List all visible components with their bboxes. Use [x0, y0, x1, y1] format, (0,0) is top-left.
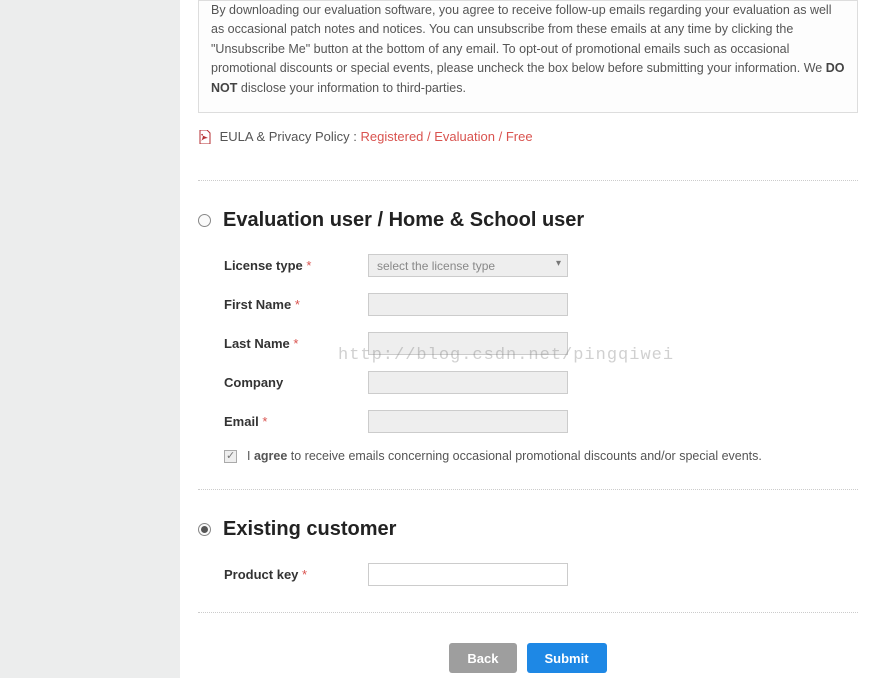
select-license-type[interactable]: select the license type	[368, 254, 568, 277]
back-button[interactable]: Back	[449, 643, 516, 673]
required-mark: *	[295, 297, 300, 312]
divider	[198, 489, 858, 490]
select-placeholder: select the license type	[377, 259, 495, 273]
label-company-text: Company	[224, 375, 283, 390]
label-email-text: Email	[224, 414, 259, 429]
consent-prefix: I	[247, 449, 254, 463]
section-eval-title: Evaluation user / Home & School user	[223, 209, 584, 232]
divider	[198, 180, 858, 181]
submit-button[interactable]: Submit	[527, 643, 607, 673]
consent-row: I agree to receive emails concerning occ…	[198, 449, 858, 463]
main-content: By downloading our evaluation software, …	[198, 0, 858, 673]
agreement-text-before: By downloading our evaluation software, …	[211, 3, 832, 75]
label-last-name-text: Last Name	[224, 336, 290, 351]
doc-links-row: EULA & Privacy Policy : Registered / Eva…	[198, 127, 858, 155]
label-last-name: Last Name *	[224, 336, 368, 351]
label-license-type-text: License type	[224, 258, 303, 273]
input-last-name[interactable]	[368, 332, 568, 355]
agreement-box: By downloading our evaluation software, …	[198, 0, 858, 113]
section-eval-head: Evaluation user / Home & School user	[198, 209, 858, 232]
row-first-name: First Name *	[198, 293, 858, 316]
consent-suffix: to receive emails concerning occasional …	[287, 449, 762, 463]
required-mark: *	[262, 414, 267, 429]
required-mark: *	[306, 258, 311, 273]
row-last-name: Last Name *	[198, 332, 858, 355]
input-email[interactable]	[368, 410, 568, 433]
required-mark: *	[302, 567, 307, 582]
label-product-key-text: Product key	[224, 567, 298, 582]
link-evaluation[interactable]: Evaluation	[434, 129, 495, 144]
row-email: Email *	[198, 410, 858, 433]
checkbox-consent[interactable]	[224, 450, 237, 463]
row-company: Company	[198, 371, 858, 394]
agreement-text: By downloading our evaluation software, …	[211, 1, 845, 98]
required-mark: *	[293, 336, 298, 351]
row-license-type: License type * select the license type	[198, 254, 858, 277]
pdf-icon	[198, 130, 212, 144]
section-existing-title: Existing customer	[223, 518, 396, 541]
label-first-name-text: First Name	[224, 297, 291, 312]
separator: /	[499, 129, 506, 144]
agreement-text-after: disclose your information to third-parti…	[237, 81, 466, 95]
button-row: Back Submit	[198, 643, 858, 673]
radio-evaluation-user[interactable]	[198, 214, 211, 227]
consent-text: I agree to receive emails concerning occ…	[247, 449, 762, 463]
label-product-key: Product key *	[224, 567, 368, 582]
label-company: Company	[224, 375, 368, 390]
input-company[interactable]	[368, 371, 568, 394]
row-product-key: Product key *	[198, 563, 858, 586]
label-license-type: License type *	[224, 258, 368, 273]
doc-links-prefix: EULA & Privacy Policy :	[220, 129, 357, 144]
radio-existing-customer[interactable]	[198, 523, 211, 536]
section-existing-head: Existing customer	[198, 518, 858, 541]
input-product-key[interactable]	[368, 563, 568, 586]
divider	[198, 612, 858, 613]
left-gutter	[0, 0, 180, 678]
link-registered[interactable]: Registered	[361, 129, 424, 144]
label-email: Email *	[224, 414, 368, 429]
consent-bold: agree	[254, 449, 287, 463]
link-free[interactable]: Free	[506, 129, 533, 144]
input-first-name[interactable]	[368, 293, 568, 316]
label-first-name: First Name *	[224, 297, 368, 312]
